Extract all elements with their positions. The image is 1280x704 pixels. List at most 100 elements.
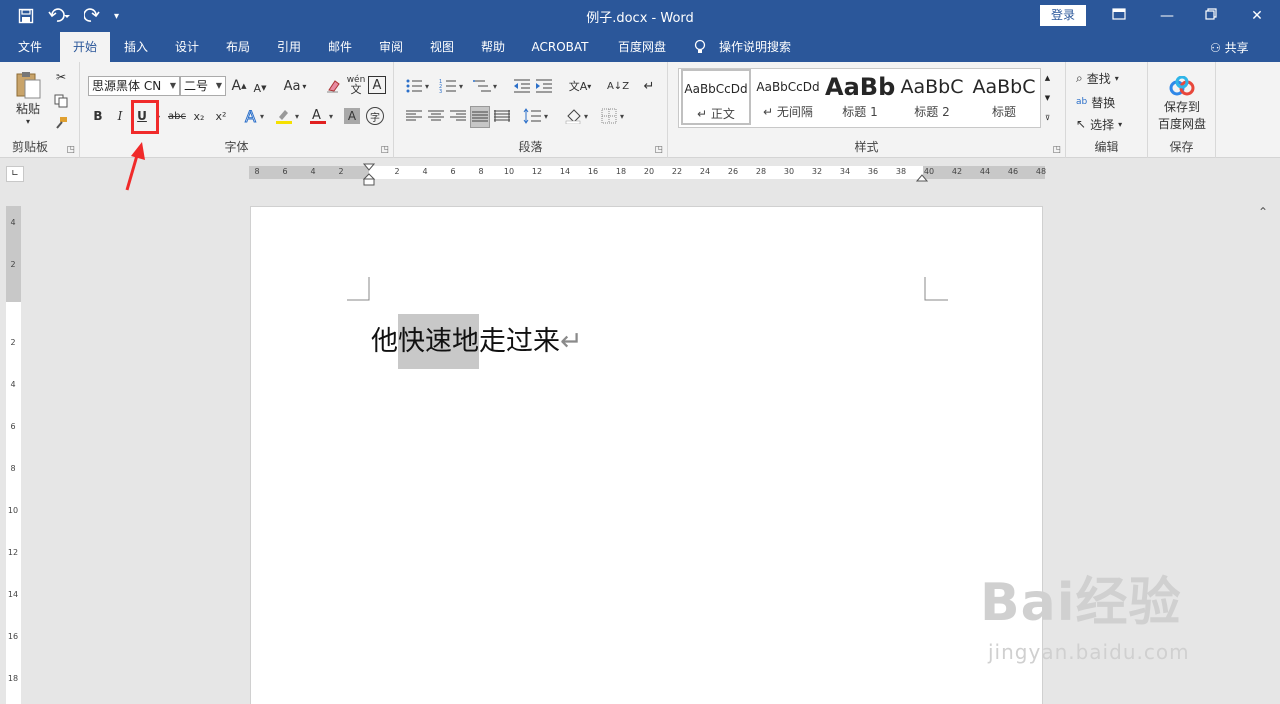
tell-me-search[interactable]: 操作说明搜索 [714,32,796,62]
subscript-button[interactable]: x₂ [190,106,208,126]
multilevel-list-icon[interactable]: ▾ [472,76,502,96]
group-editing: ⌕ 查找 ▾ ab 替换 ↖ 选择 ▾ 编辑 [1066,62,1148,158]
collapse-ribbon-icon[interactable]: ⌃ [1258,205,1268,219]
share-button[interactable]: ⚇ 共享 [1210,39,1249,56]
tab-selector[interactable]: ∟ [6,166,24,182]
ruler-number: 48 [1035,167,1047,176]
character-shading-icon[interactable]: A [344,108,360,124]
strikethrough-button[interactable]: abc [166,106,188,126]
tab-design[interactable]: 设计 [165,32,209,62]
save-icon[interactable] [18,6,34,26]
document-paragraph[interactable]: 他快速地走过来↵ [371,314,583,369]
text-effects-button[interactable]: A ▾ [242,106,270,126]
sort-icon[interactable]: A↓Z [607,76,629,96]
borders-icon[interactable]: ▾ [600,106,630,126]
format-painter-icon[interactable] [52,114,70,132]
numbering-icon[interactable]: 1 2 3 ▾ [438,76,468,96]
tab-acrobat[interactable]: ACROBAT [526,32,594,62]
phonetic-guide-button[interactable]: wén 文 [346,74,366,96]
restore-icon[interactable] [1196,4,1226,28]
character-border-button[interactable]: A [368,76,386,94]
paste-label: 粘贴 [15,102,40,116]
style-heading-1[interactable]: AaBb 标题 1 [825,69,895,125]
tab-references[interactable]: 引用 [267,32,311,62]
dialog-launcher-icon[interactable]: ◳ [66,145,75,155]
style-preview: AaBbC [972,76,1036,98]
align-right-icon[interactable] [448,106,468,126]
style-normal[interactable]: AaBbCcDd ↵ 正文 [681,69,751,125]
superscript-button[interactable]: x² [212,106,230,126]
ruler-number: 28 [755,167,767,176]
login-button[interactable]: 登录 [1040,5,1086,26]
clear-formatting-icon[interactable] [324,76,344,96]
ribbon-display-icon[interactable] [1104,4,1134,28]
group-save: 保存到 百度网盘 保存 [1148,62,1216,158]
styles-scroll[interactable]: ▲ ▼ ⊽ [1040,68,1054,128]
tab-baidu-netdisk[interactable]: 百度网盘 [610,32,674,62]
undo-icon[interactable] [48,6,70,26]
dialog-launcher-icon[interactable]: ◳ [380,145,389,155]
redo-icon[interactable] [84,6,100,26]
replace-button[interactable]: ab 替换 [1076,92,1115,112]
font-name-select[interactable]: 思源黑体 CN ▼ [88,76,180,96]
distributed-icon[interactable] [492,106,512,126]
align-center-icon[interactable] [426,106,446,126]
paste-icon [16,72,41,99]
justify-icon[interactable] [470,106,490,128]
style-no-spacing[interactable]: AaBbCcDd ↵ 无间隔 [753,69,823,125]
dialog-launcher-icon[interactable]: ◳ [1052,145,1061,155]
asian-layout-icon[interactable]: 文A ▾ [566,76,594,96]
shading-icon[interactable]: ▾ [564,106,594,126]
minimize-icon[interactable]: — [1152,4,1182,28]
lightbulb-icon [690,32,710,62]
bullets-icon[interactable]: ▾ [404,76,434,96]
ribbon: 粘贴 ▾ ✂ 剪贴板 ◳ 思源黑体 CN ▼ 二号 ▼ A ▲ A ▼ Aa ▾ wén 文… [0,62,1280,219]
save-to-baidu-button[interactable]: 保存到 百度网盘 [1148,72,1216,136]
font-color-button[interactable]: A ▾ [308,106,338,126]
paste-button[interactable]: 粘贴 ▾ [10,68,46,128]
tab-home[interactable]: 开始 [60,32,110,62]
tab-help[interactable]: 帮助 [471,32,515,62]
indent-marker-icon[interactable] [363,163,375,189]
align-left-icon[interactable] [404,106,424,126]
baidu-netdisk-icon [1169,76,1195,96]
font-size-select[interactable]: 二号 ▼ [180,76,226,96]
show-marks-icon[interactable]: ↵ [640,76,658,96]
copy-icon[interactable] [52,92,70,110]
decrease-indent-icon[interactable] [512,76,532,96]
document-page[interactable]: 他快速地走过来↵ [250,206,1043,704]
tab-review[interactable]: 审阅 [369,32,413,62]
tab-layout[interactable]: 布局 [216,32,260,62]
paragraph-group-label: 段落 [518,140,543,154]
cut-icon[interactable]: ✂ [52,68,70,86]
italic-button[interactable]: I [112,106,128,126]
svg-text:▾: ▾ [295,112,299,121]
more-styles-icon[interactable]: ⊽ [1041,108,1054,128]
bold-button[interactable]: B [90,106,106,126]
style-title[interactable]: AaBbC 标题 [969,69,1039,125]
scroll-up-icon[interactable]: ▲ [1041,68,1054,88]
dialog-launcher-icon[interactable]: ◳ [654,145,663,155]
highlight-color-button[interactable]: ▾ [274,106,304,126]
chevron-down-icon: ▼ [169,81,176,90]
tab-mailings[interactable]: 邮件 [318,32,362,62]
ribbon-tabs: 文件 开始 插入 设计 布局 引用 邮件 审阅 视图 帮助 ACROBAT 百度… [0,32,1280,62]
line-spacing-icon[interactable]: ▾ [522,106,552,126]
right-indent-marker-icon[interactable] [916,173,928,183]
shrink-font-button[interactable]: A ▼ [251,78,269,98]
grow-font-button[interactable]: A ▲ [230,76,248,96]
ruler-number: 20 [643,167,655,176]
enclose-characters-icon[interactable]: 字 [366,107,384,125]
find-button[interactable]: ⌕ 查找 ▾ [1076,68,1119,88]
change-case-button[interactable]: Aa ▾ [280,76,310,96]
close-icon[interactable]: ✕ [1242,4,1272,28]
style-heading-2[interactable]: AaBbC 标题 2 [897,69,967,125]
tab-file[interactable]: 文件 [8,32,52,62]
scroll-down-icon[interactable]: ▼ [1041,88,1054,108]
tab-view[interactable]: 视图 [420,32,464,62]
customize-qat-icon[interactable]: ▾ [114,6,119,26]
ruler-number: 24 [699,167,711,176]
tab-insert[interactable]: 插入 [114,32,158,62]
select-button[interactable]: ↖ 选择 ▾ [1076,114,1122,134]
increase-indent-icon[interactable] [534,76,554,96]
